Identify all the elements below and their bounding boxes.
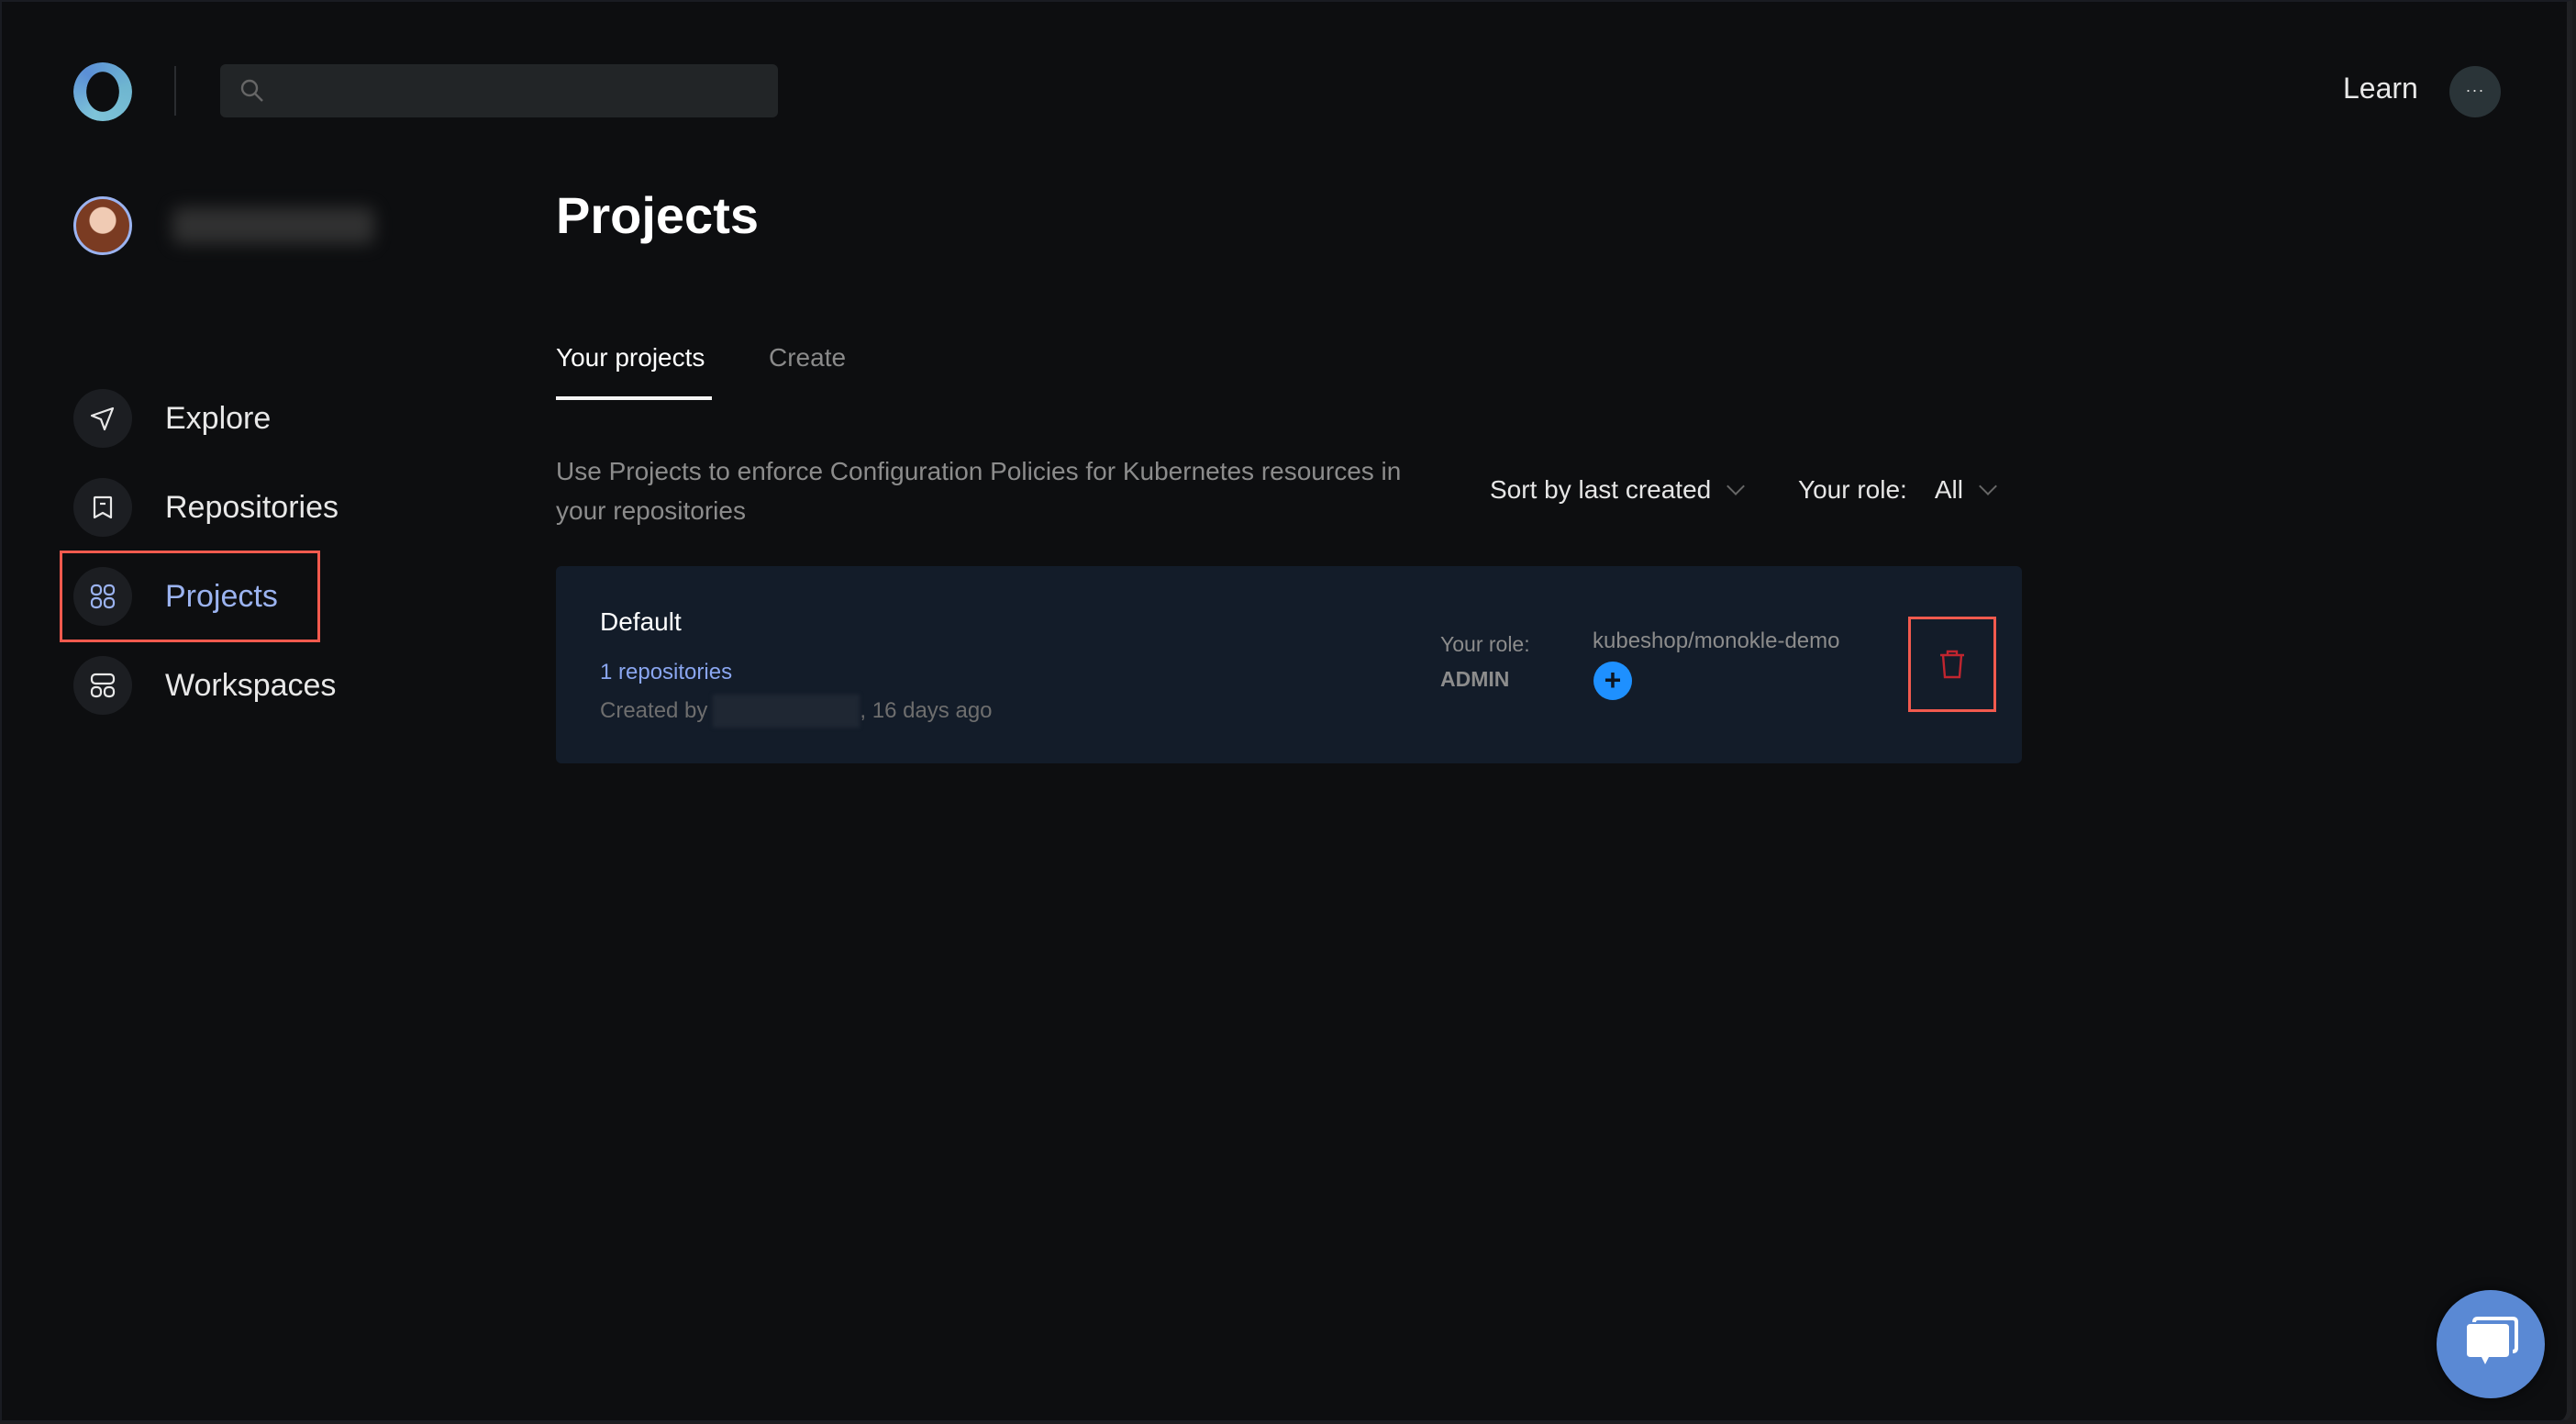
grid-icon — [73, 567, 132, 626]
sidebar-item-workspaces[interactable]: Workspaces — [73, 656, 336, 715]
sort-label: Sort by last created — [1490, 475, 1712, 504]
role-filter: Your role: All — [1798, 475, 1997, 505]
role-filter-value: All — [1934, 475, 1963, 504]
delete-project-button[interactable] — [1908, 617, 1996, 712]
project-card[interactable]: Default 1 repositories Created by , 16 d… — [556, 566, 2022, 763]
tab-your-projects[interactable]: Your projects — [556, 343, 705, 373]
edge-artifact — [2570, 229, 2572, 242]
scrollbar-thumb[interactable] — [2570, 424, 2572, 440]
sidebar-item-explore[interactable]: Explore — [73, 389, 271, 448]
sidebar-item-label: Explore — [165, 400, 272, 436]
created-info: Created by , 16 days ago — [600, 695, 993, 728]
repositories-link[interactable]: 1 repositories — [600, 660, 732, 685]
sidebar-item-repositories[interactable]: Repositories — [73, 478, 339, 537]
bookmark-icon — [73, 478, 132, 537]
username-blurred — [172, 207, 374, 244]
sort-dropdown[interactable]: Sort by last created — [1490, 475, 1746, 505]
paper-plane-icon — [73, 389, 132, 448]
more-options-button[interactable]: ··· — [2449, 66, 2501, 117]
trash-icon — [1940, 650, 1964, 679]
created-suffix: , 16 days ago — [860, 698, 993, 723]
divider — [174, 66, 176, 116]
role-filter-label: Your role: — [1798, 475, 1907, 504]
sidebar-item-label: Projects — [165, 578, 278, 614]
chat-bubbles-icon — [2467, 1317, 2518, 1364]
role-label: Your role: — [1440, 632, 1530, 656]
add-repository-button[interactable]: + — [1593, 662, 1632, 700]
search-bar[interactable] — [220, 64, 778, 117]
tab-create[interactable]: Create — [769, 343, 846, 373]
chevron-down-icon — [1727, 477, 1746, 495]
role-value: ADMIN — [1440, 667, 1510, 691]
chevron-down-icon — [1979, 477, 1997, 495]
project-name[interactable]: Default — [600, 607, 682, 637]
active-tab-indicator — [556, 396, 712, 400]
app-window: Learn ··· Explore Repositories Projects — [0, 0, 2572, 1422]
sidebar-item-projects[interactable]: Projects — [73, 567, 278, 626]
search-input[interactable] — [220, 64, 778, 117]
role-filter-dropdown[interactable]: All — [1934, 475, 1997, 505]
creator-name-blurred — [713, 695, 861, 728]
page-title: Projects — [556, 186, 759, 244]
learn-link[interactable]: Learn — [2343, 72, 2418, 106]
logo[interactable] — [73, 62, 132, 121]
sidebar-item-label: Workspaces — [165, 667, 337, 703]
chat-support-button[interactable] — [2437, 1290, 2545, 1398]
sidebar-item-label: Repositories — [165, 489, 339, 525]
layout-icon — [73, 656, 132, 715]
avatar[interactable] — [73, 196, 132, 255]
created-prefix: Created by — [600, 698, 708, 723]
page-description: Use Projects to enforce Configuration Po… — [556, 457, 1402, 525]
search-icon — [240, 79, 263, 102]
repository-name[interactable]: kubeshop/monokle-demo — [1593, 629, 1840, 654]
